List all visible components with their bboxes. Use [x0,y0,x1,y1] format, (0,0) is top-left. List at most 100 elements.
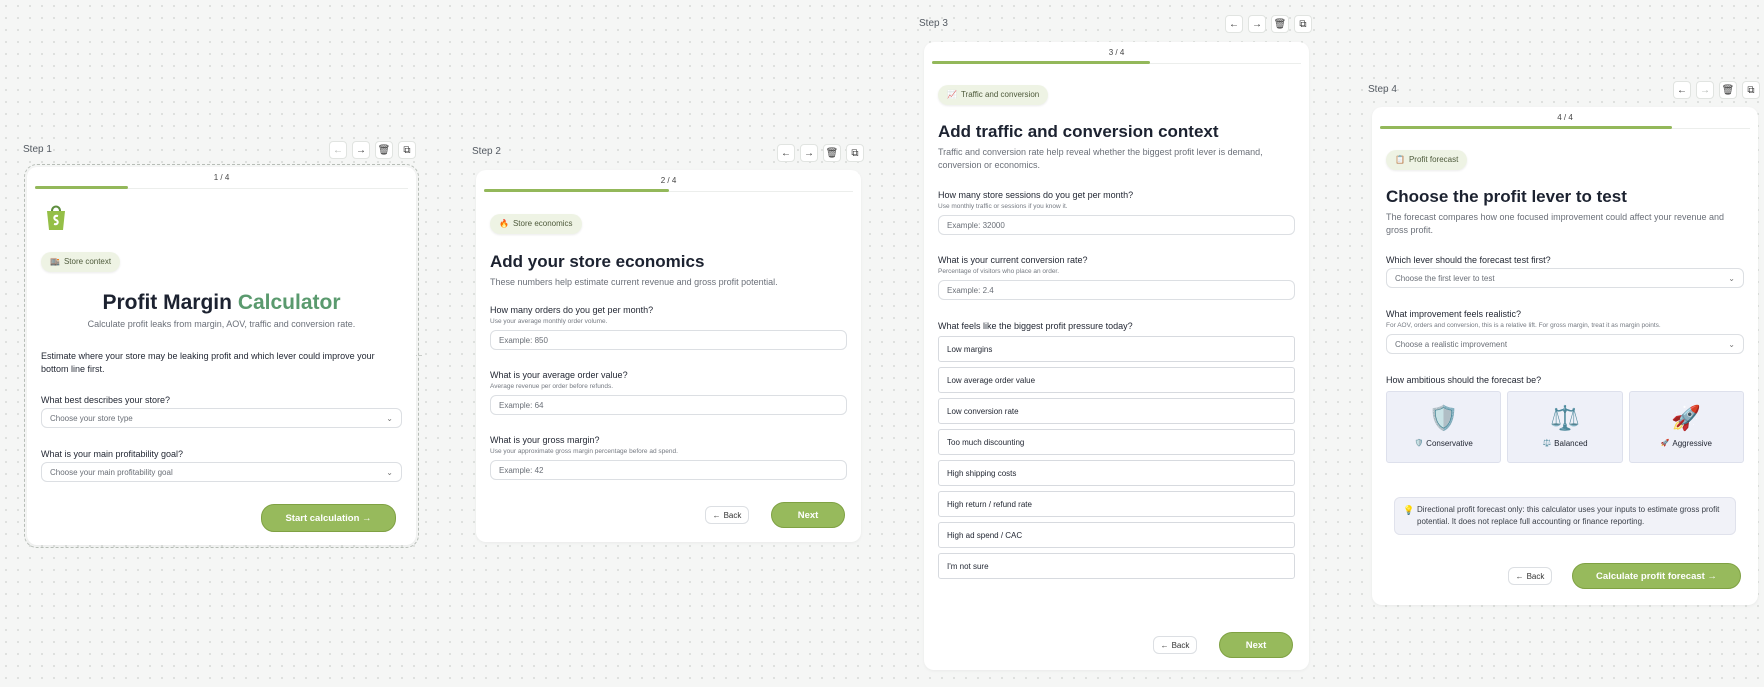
duplicate-icon[interactable]: ⧉ [1742,81,1760,99]
progress-text: 1 / 4 [213,173,230,182]
pressure-option[interactable]: Low average order value [938,367,1295,393]
sessions-input[interactable]: Example: 32000 [938,215,1295,235]
chevron-down-icon: ⌄ [1728,339,1735,349]
ambition-option-balanced[interactable]: ⚖️ ⚖️ Balanced [1507,391,1623,463]
select-placeholder: Choose the first lever to test [1395,273,1495,283]
back-button[interactable]: ← Back [1153,636,1197,654]
pressure-option[interactable]: I'm not sure [938,553,1295,579]
progress-fill [1380,126,1673,129]
field-hint: Use monthly traffic or sessions if you k… [938,203,1068,210]
forecast-disclaimer: 💡 Directional profit forecast only: this… [1394,497,1736,535]
move-right-icon[interactable]: → [1696,81,1714,99]
badge-text: Profit forecast [1408,155,1459,164]
pressure-option[interactable]: Low margins [938,336,1295,362]
move-left-icon[interactable]: ← [1673,81,1691,99]
chart-icon: 📈 [947,90,957,99]
lever-select[interactable]: Choose the first lever to test ⌄ [1386,268,1744,288]
shield-icon: 🛡️ [1414,440,1424,447]
back-label: Back [1526,571,1545,581]
next-button[interactable]: Next [771,502,845,528]
step-toolbar: ← → 🗑 ⧉ [329,141,416,159]
move-right-icon[interactable]: → [800,144,818,162]
move-left-icon[interactable]: ← [1225,15,1243,33]
store-type-select[interactable]: Choose your store type ⌄ [41,408,402,428]
badge-text: Store context [63,257,112,266]
chevron-down-icon: ⌄ [386,467,393,477]
calculate-forecast-button[interactable]: Calculate profit forecast → [1572,563,1741,589]
step-card-2: 2 / 4 🔥 Store economics Add your store e… [476,170,861,542]
field-label: What is your average order value? [490,370,628,380]
input-placeholder: Example: 2.4 [947,285,994,295]
move-right-icon[interactable]: → [352,141,370,159]
select-placeholder: Choose a realistic improvement [1395,339,1508,349]
disclaimer-text: Directional profit forecast only: this c… [1417,505,1720,526]
badge-store-economics: 🔥 Store economics [490,213,582,234]
duplicate-icon[interactable]: ⧉ [398,141,416,159]
rocket-icon: 🚀 [1660,440,1670,447]
step-toolbar: ← → 🗑 ⧉ [1225,15,1312,33]
title-main: Profit Margin [102,291,232,314]
back-arrow-icon: ← [1160,640,1169,650]
field-hint: For AOV, orders and conversion, this is … [1386,322,1661,329]
progress-text: 4 / 4 [1557,113,1573,122]
move-left-icon[interactable]: ← [777,144,795,162]
delete-icon[interactable]: 🗑 [1719,81,1737,99]
badge-text: Store economics [512,219,573,228]
duplicate-icon[interactable]: ⧉ [846,144,864,162]
fire-icon: 🔥 [499,219,509,228]
move-right-icon[interactable]: → [1248,15,1266,33]
pressure-option[interactable]: Too much discounting [938,429,1295,455]
ambition-label: ⚖️ Balanced [1542,439,1587,448]
start-calculation-button[interactable]: Start calculation → [261,504,396,532]
field-label: How many store sessions do you get per m… [938,190,1134,200]
delete-icon[interactable]: 🗑 [1271,15,1289,33]
field-label: What improvement feels realistic? [1386,309,1522,319]
ambition-label-text: Balanced [1554,438,1588,448]
input-placeholder: Example: 32000 [947,220,1005,230]
page-subtitle: Calculate profit leaks from margin, AOV,… [87,319,356,329]
ambition-option-aggressive[interactable]: 🚀 🚀 Aggressive [1628,391,1744,463]
field-hint: Percentage of visitors who place an orde… [938,268,1060,275]
aov-input[interactable]: Example: 64 [490,395,847,415]
progress-bar: 4 / 4 [1380,107,1750,129]
ambition-label-text: Aggressive [1672,438,1712,448]
progress-bar: 3 / 4 [932,42,1301,64]
field-label: What feels like the biggest profit press… [938,321,1133,331]
next-button[interactable]: Next [1219,632,1293,658]
pressure-option[interactable]: High return / refund rate [938,491,1295,517]
field-hint: Average revenue per order before refunds… [490,383,614,390]
back-button[interactable]: ← Back [705,506,749,524]
step-label: Step 4 [1368,84,1397,95]
chevron-down-icon: ⌄ [1728,273,1735,283]
delete-icon[interactable]: 🗑 [375,141,393,159]
orders-input[interactable]: Example: 850 [490,330,847,350]
delete-icon[interactable]: 🗑 [823,144,841,162]
pressure-option[interactable]: Low conversion rate [938,398,1295,424]
step-label: Step 2 [472,146,501,157]
move-left-icon[interactable]: ← [329,141,347,159]
step-toolbar: ← → 🗑 ⧉ [777,144,864,162]
field-label: What is your current conversion rate? [938,255,1088,265]
back-button[interactable]: ← Back [1508,567,1552,585]
duplicate-icon[interactable]: ⧉ [1294,15,1312,33]
input-placeholder: Example: 42 [499,465,544,475]
select-placeholder: Choose your main profitability goal [50,467,173,477]
back-arrow-icon: ← [712,510,721,520]
conversion-rate-input[interactable]: Example: 2.4 [938,280,1295,300]
ambition-option-conservative[interactable]: 🛡️ 🛡️ Conservative [1386,391,1502,463]
gross-margin-input[interactable]: Example: 42 [490,460,847,480]
field-label: How ambitious should the forecast be? [1386,375,1542,385]
step-toolbar: ← → 🗑 ⧉ [1673,81,1760,99]
profitability-goal-select[interactable]: Choose your main profitability goal ⌄ [41,462,402,482]
page-title: Choose the profit lever to test [1386,187,1627,206]
field-label: What best describes your store? [41,395,171,405]
progress-text: 3 / 4 [1108,48,1125,57]
badge-traffic-conversion: 📈 Traffic and conversion [938,84,1049,105]
progress-fill [932,61,1150,64]
pressure-option[interactable]: High shipping costs [938,460,1295,486]
improvement-select[interactable]: Choose a realistic improvement ⌄ [1386,334,1744,354]
step-label: Step 3 [919,18,948,29]
pressure-option[interactable]: High ad spend / CAC [938,522,1295,548]
step-label: Step 1 [23,144,52,155]
field-hint: Use your average monthly order volume. [490,318,608,325]
